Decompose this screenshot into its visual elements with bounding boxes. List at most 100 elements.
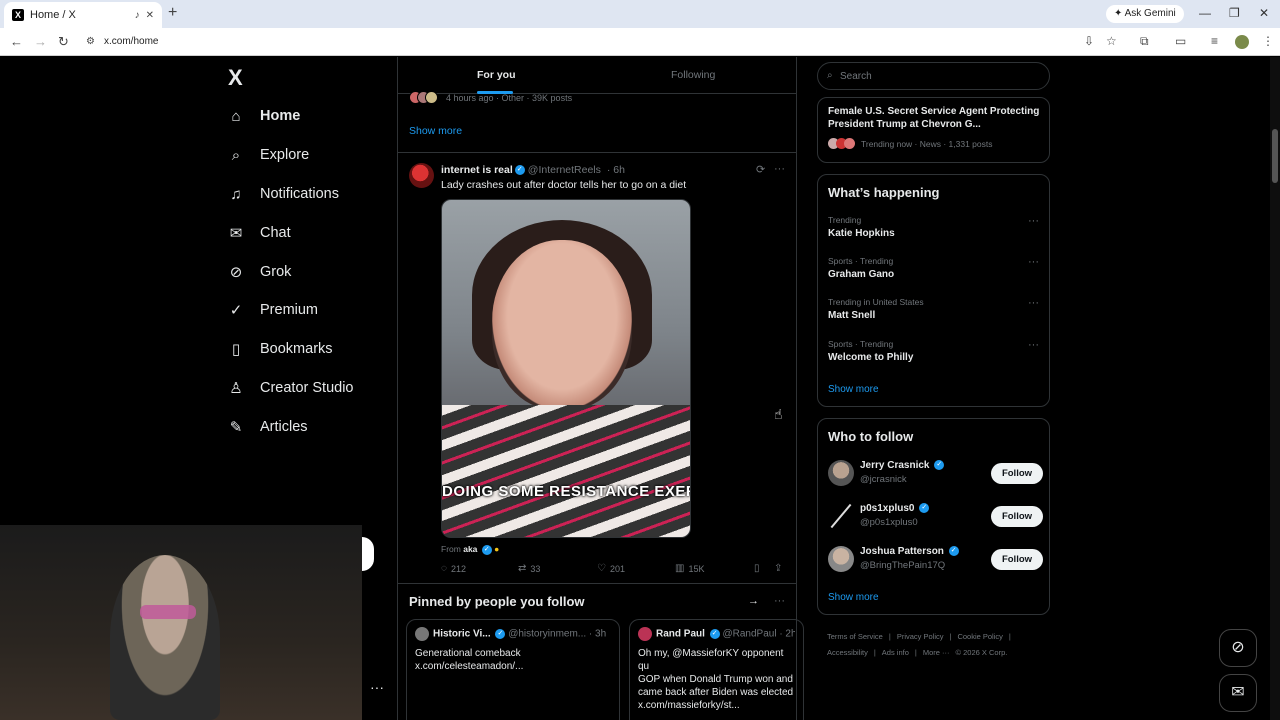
media-controls-icon[interactable]: ≡ — [1211, 34, 1218, 48]
pinned-card[interactable]: Rand Paul ✓ @RandPaul · 2h Oh my, @Massi… — [629, 619, 804, 720]
search-input[interactable]: ⌕ Search — [817, 62, 1050, 90]
reply-button[interactable]: ◌ 212 — [441, 563, 466, 574]
pinned-card[interactable]: Historic Vi... ✓ @historyinmem... · 3h G… — [406, 619, 620, 720]
nav-home[interactable]: ⌂ Home — [222, 101, 300, 131]
repost-button[interactable]: ⇄ 33 — [518, 563, 540, 574]
nav-creator-studio-label: Creator Studio — [260, 380, 354, 396]
post-author-name[interactable]: internet is real — [441, 164, 513, 176]
tab-for-you[interactable]: For you — [477, 69, 516, 81]
post-more-icon[interactable]: ··· — [774, 163, 785, 175]
chart-icon: ▥ — [675, 563, 685, 574]
forward-icon[interactable]: → — [34, 34, 47, 49]
arrow-right-icon[interactable]: → — [748, 595, 759, 607]
article-icon: ✎ — [229, 419, 243, 436]
trend-meta: 4 hours ago · Other · 39K posts — [446, 93, 573, 103]
post-avatar[interactable] — [409, 163, 434, 188]
trend-more-icon[interactable]: ··· — [1028, 256, 1039, 268]
avatar — [828, 460, 854, 486]
verified-icon: ✓ — [948, 546, 959, 557]
close-tab-icon[interactable]: ✕ — [146, 10, 154, 21]
follow-suggestion[interactable]: p0s1xplus0 ✓ @p0s1xplus0 Follow — [828, 503, 1043, 533]
nav-grok[interactable]: ⊘ Grok — [222, 257, 292, 287]
ask-gemini-button[interactable]: ✦ Ask Gemini — [1106, 5, 1184, 23]
post-video[interactable]: DOING SOME RESISTANCE EXERC — [441, 199, 691, 538]
reload-icon[interactable]: ↻ — [58, 34, 69, 50]
share-button[interactable]: ⇪ — [774, 563, 786, 574]
footer-link[interactable]: Accessibility — [827, 648, 868, 657]
browser-tab[interactable]: X Home / X ♪ ✕ — [4, 2, 162, 28]
site-info-icon[interactable]: ⚙ — [86, 36, 95, 47]
close-window-icon[interactable]: ✕ — [1259, 6, 1269, 20]
nav-premium[interactable]: ✓ Premium — [222, 295, 318, 325]
post-time[interactable]: · 6h — [607, 164, 625, 176]
new-tab-icon[interactable]: + — [168, 4, 177, 22]
scrollbar-thumb[interactable] — [1272, 129, 1278, 183]
nav-notifications[interactable]: ♫ Notifications — [222, 179, 339, 209]
follow-button[interactable]: Follow — [991, 463, 1043, 484]
trend-card[interactable]: Female U.S. Secret Service Agent Protect… — [817, 97, 1050, 163]
tab-following[interactable]: Following — [671, 69, 715, 81]
footer-link[interactable]: Terms of Service — [827, 632, 883, 641]
post-author-handle[interactable]: @InternetReels — [528, 164, 601, 176]
nav-articles[interactable]: ✎ Articles — [222, 412, 308, 442]
grok-explain-icon[interactable]: ⟳ — [756, 163, 765, 176]
trend-item[interactable]: Trending Katie Hopkins ··· — [828, 215, 1043, 239]
search-placeholder: Search — [840, 71, 872, 82]
account-more-icon[interactable]: ··· — [370, 679, 384, 695]
install-app-icon[interactable]: ⇩ — [1084, 34, 1094, 48]
nav-creator-studio[interactable]: ♙ Creator Studio — [222, 373, 354, 403]
browser-tab-strip: X Home / X ♪ ✕ + ✦ Ask Gemini — ❐ ✕ — [0, 0, 1280, 28]
speaker-icon[interactable]: ♪ — [135, 10, 140, 21]
footer-link[interactable]: Privacy Policy — [897, 632, 944, 641]
minimize-icon[interactable]: — — [1199, 6, 1211, 20]
follow-suggestion[interactable]: Joshua Patterson ✓ @BringThePain17Q Foll… — [828, 546, 1043, 576]
extensions-icon[interactable]: ⧉ — [1140, 34, 1149, 49]
avatar — [844, 138, 855, 149]
verified-icon: ✓ — [709, 629, 720, 639]
sidebar-collapse-handle[interactable] — [362, 537, 374, 571]
nav-premium-label: Premium — [260, 302, 319, 318]
like-button[interactable]: ♡ 201 — [597, 563, 625, 574]
trend-item[interactable]: Trending in United States Matt Snell ··· — [828, 297, 1043, 321]
envelope-icon: ✉ — [229, 225, 243, 242]
restore-icon[interactable]: ❐ — [1229, 6, 1240, 20]
trend-more-icon[interactable]: ··· — [1028, 339, 1039, 351]
whats-happening-title: What’s happening — [828, 185, 940, 200]
x-logo-icon[interactable]: X — [228, 65, 243, 91]
nav-explore[interactable]: ⌕ Explore — [222, 140, 309, 170]
who-to-follow-title: Who to follow — [828, 429, 914, 444]
repost-icon: ⇄ — [518, 563, 527, 574]
footer-link[interactable]: More ··· — [923, 648, 950, 657]
follow-show-more-link[interactable]: Show more — [828, 592, 879, 603]
browser-menu-icon[interactable]: ⋮ — [1262, 34, 1274, 48]
messages-fab-icon[interactable]: ✉ — [1219, 674, 1257, 712]
grok-fab-icon[interactable]: ⊘ — [1219, 629, 1257, 667]
url-field[interactable]: x.com/home — [104, 36, 158, 47]
pinned-more-icon[interactable]: ··· — [774, 595, 785, 607]
x-favicon-icon: X — [12, 9, 24, 21]
show-more-link[interactable]: Show more — [409, 125, 462, 137]
back-icon[interactable]: ← — [10, 34, 23, 49]
trend-more-icon[interactable]: ··· — [1028, 297, 1039, 309]
follow-suggestion[interactable]: Jerry Crasnick ✓ @jcrasnick Follow — [828, 460, 1043, 490]
nav-chat[interactable]: ✉ Chat — [222, 218, 291, 248]
side-panel-icon[interactable]: ▭ — [1175, 34, 1186, 48]
nav-bookmarks[interactable]: ▯ Bookmarks — [222, 334, 333, 364]
footer-link[interactable]: Ads info — [882, 648, 909, 657]
bookmark-post-button[interactable]: ▯ — [754, 563, 764, 574]
from-name[interactable]: aka — [463, 544, 477, 554]
suggestion-name: Joshua Patterson — [860, 546, 944, 557]
follow-button[interactable]: Follow — [991, 549, 1043, 570]
pinned-card-header: Rand Paul ✓ @RandPaul · 2h — [638, 627, 795, 641]
follow-button[interactable]: Follow — [991, 506, 1043, 527]
bookmark-star-icon[interactable]: ☆ — [1106, 34, 1117, 48]
trend-more-icon[interactable]: ··· — [1028, 215, 1039, 227]
trend-item[interactable]: Sports · Trending Graham Gano ··· — [828, 256, 1043, 280]
trends-show-more-link[interactable]: Show more — [828, 384, 879, 395]
profile-avatar[interactable] — [1235, 35, 1249, 49]
trend-item[interactable]: Sports · Trending Welcome to Philly ··· — [828, 339, 1043, 363]
views-button[interactable]: ▥ 15K — [675, 563, 704, 574]
footer-link[interactable]: Cookie Policy — [957, 632, 1002, 641]
pinned-text: Generational comeback x.com/celesteamado… — [415, 648, 524, 672]
pinned-author-name: Rand Paul — [656, 628, 705, 640]
